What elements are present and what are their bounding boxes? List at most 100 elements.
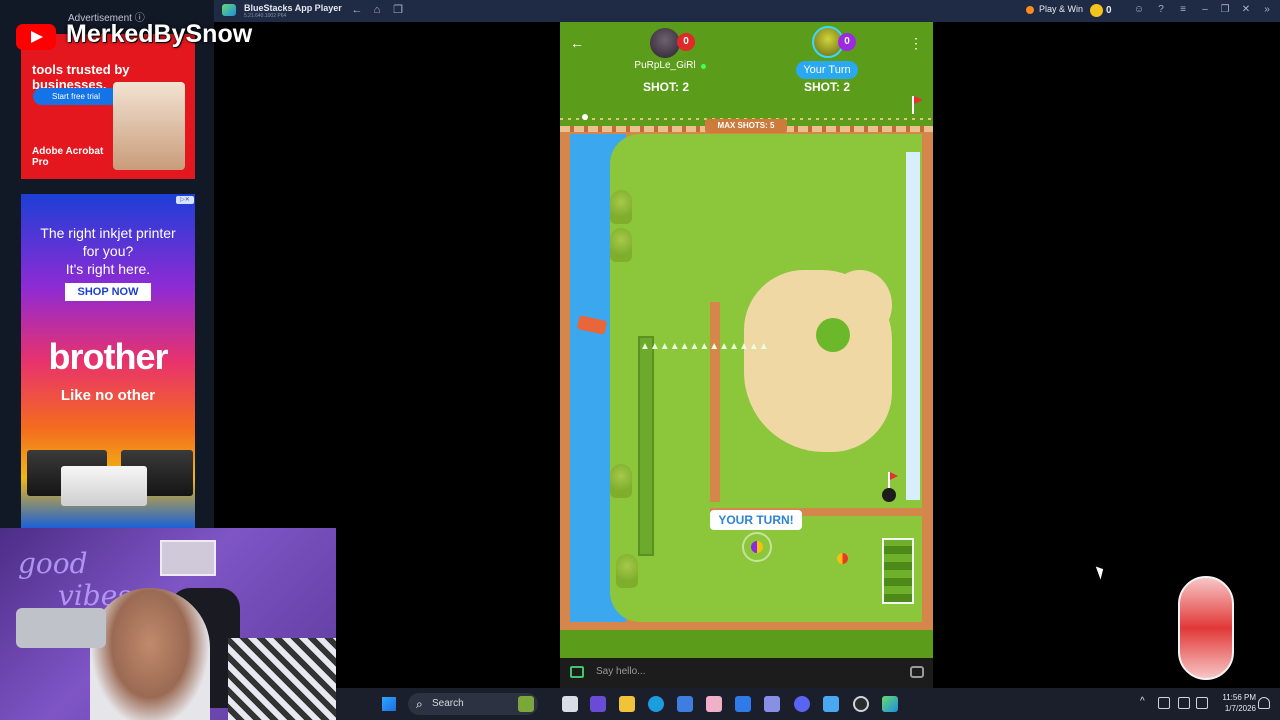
help-icon[interactable]: ? [1154, 3, 1168, 17]
question-line-2: for you? [82, 243, 134, 259]
kebab-menu-icon[interactable]: ⋮ [907, 34, 925, 52]
back-arrow-icon[interactable]: ← [568, 34, 586, 52]
close-icon[interactable]: ✕ [1239, 3, 1253, 17]
bluestacks-titlebar: BlueStacks App Player 5.21.640.1002 P64 … [214, 0, 1280, 22]
play-and-win-button[interactable]: Play & Win [1039, 4, 1083, 14]
notification-icon[interactable] [1258, 697, 1270, 709]
shop-now-button[interactable]: SHOP NOW [65, 283, 151, 301]
tree-icon [616, 554, 638, 588]
island-green [816, 318, 850, 352]
player-score: 0 [838, 33, 856, 51]
notepad-icon[interactable] [823, 696, 839, 712]
profile-icon[interactable]: ☺ [1132, 3, 1146, 17]
windows-taskbar: ⌕ Search ^ 11:56 PM 1/7/2026 [336, 688, 1280, 720]
golf-hole [882, 488, 896, 502]
window-unit [160, 540, 216, 576]
opponent-shot-count: SHOT: 2 [642, 80, 689, 94]
taskbar-search[interactable]: ⌕ Search [408, 693, 538, 715]
file-explorer-icon[interactable] [619, 696, 635, 712]
discord-icon[interactable] [794, 696, 810, 712]
ad-photo [113, 82, 185, 170]
search-icon: ⌕ [416, 697, 423, 711]
printer-image [61, 466, 147, 506]
golf-game-screen[interactable]: ← ⋮ 0 PuRpLe_GiRl SHOT: 2 0 Your Turn SH… [560, 22, 933, 688]
start-free-trial-button[interactable]: Start free trial [33, 88, 119, 105]
coin-count: 0 [1106, 5, 1112, 16]
volume-icon[interactable] [1196, 697, 1208, 709]
obs-icon[interactable] [853, 696, 869, 712]
finish-flag-icon [912, 96, 923, 114]
opponent-score: 0 [677, 33, 695, 51]
store-icon[interactable] [677, 696, 693, 712]
chat-bar: Say hello... [560, 658, 933, 688]
app-version: 5.21.640.1002 P64 [244, 13, 287, 19]
team-sticker [1178, 576, 1234, 680]
opponent-avatar [650, 28, 680, 58]
windows-start-icon[interactable] [382, 697, 396, 711]
mouse-cursor-icon [1095, 564, 1107, 580]
adobe-brand: Adobe Acrobat Pro [32, 146, 104, 168]
menu-icon[interactable]: ≡ [1176, 3, 1190, 17]
multi-instance-icon[interactable]: ❐ [391, 3, 405, 17]
tray-app-icon[interactable] [1158, 697, 1170, 709]
task-view-icon[interactable] [562, 696, 578, 712]
wifi-icon[interactable] [1178, 697, 1190, 709]
streamer [90, 588, 210, 720]
ad-choices-icon[interactable]: ▷✕ [176, 196, 194, 204]
brother-ad[interactable]: The right inkjet printer for you? It's r… [21, 194, 195, 528]
clock-date[interactable]: 1/7/2026 [1216, 704, 1256, 713]
brother-ad-question: The right inkjet printer for you? It's r… [21, 224, 195, 278]
sticker-icon[interactable] [910, 666, 924, 678]
zebra-blanket [228, 638, 336, 720]
online-indicator-icon [701, 64, 706, 69]
copilot-icon[interactable] [735, 696, 751, 712]
player-ball[interactable] [751, 541, 763, 553]
teams-icon[interactable] [590, 696, 606, 712]
expand-sidebar-icon[interactable]: » [1260, 3, 1274, 17]
channel-name: MerkedBySnow [66, 20, 253, 48]
adobe-ad[interactable]: tools trusted by businesses. Start free … [21, 34, 195, 179]
home-icon[interactable]: ⌂ [370, 3, 384, 17]
play-win-icon [1026, 6, 1034, 14]
bluestacks-icon[interactable] [882, 696, 898, 712]
clock-time[interactable]: 11:56 PM [1216, 693, 1256, 702]
hole-flag-icon [888, 472, 898, 488]
inner-wall [710, 302, 720, 502]
ice-wall [906, 152, 920, 500]
microphone [16, 608, 106, 648]
tray-overflow-icon[interactable]: ^ [1140, 696, 1145, 707]
webcam-feed: good vibes [0, 528, 336, 720]
youtube-icon [16, 24, 56, 50]
tee-mat [882, 538, 914, 604]
back-arrow-icon[interactable]: ← [350, 3, 364, 17]
brother-logo: brother [48, 336, 169, 377]
coin-icon [1090, 4, 1103, 17]
search-label: Search [432, 698, 464, 709]
opponent-ball [837, 553, 848, 564]
max-shots-label: MAX SHOTS: 5 [705, 119, 787, 133]
game-header [560, 22, 933, 120]
your-turn-bubble: YOUR TURN! [710, 510, 802, 530]
app-title: BlueStacks App Player [244, 3, 342, 13]
restore-icon[interactable]: ❐ [1218, 3, 1232, 17]
app-icon[interactable] [764, 696, 780, 712]
your-turn-pill: Your Turn [796, 61, 858, 79]
minimize-icon[interactable]: – [1198, 3, 1212, 17]
app-icon[interactable] [706, 696, 722, 712]
tree-icon [610, 464, 632, 498]
tree-icon [610, 228, 632, 262]
tree-icon [610, 190, 632, 224]
brother-tagline: Like no other [60, 387, 156, 404]
speed-booster-strip: ▲▲▲▲▲▲▲▲▲▲▲▲▲ [638, 336, 769, 556]
edge-icon[interactable] [648, 696, 664, 712]
ad-sidebar: Advertisement ⓘ tools trusted by busines… [0, 0, 214, 528]
player-shot-count: SHOT: 2 [803, 80, 850, 94]
search-highlight-icon [518, 696, 534, 712]
question-line-1: The right inkjet printer [40, 225, 176, 241]
chat-input[interactable]: Say hello... [596, 666, 645, 677]
bluestacks-logo-icon [222, 4, 236, 16]
chat-icon[interactable] [570, 666, 584, 678]
progress-ball-icon [582, 114, 588, 120]
opponent-name: PuRpLe_GiRl [634, 60, 696, 71]
neon-sign-line-1: good [18, 547, 88, 580]
